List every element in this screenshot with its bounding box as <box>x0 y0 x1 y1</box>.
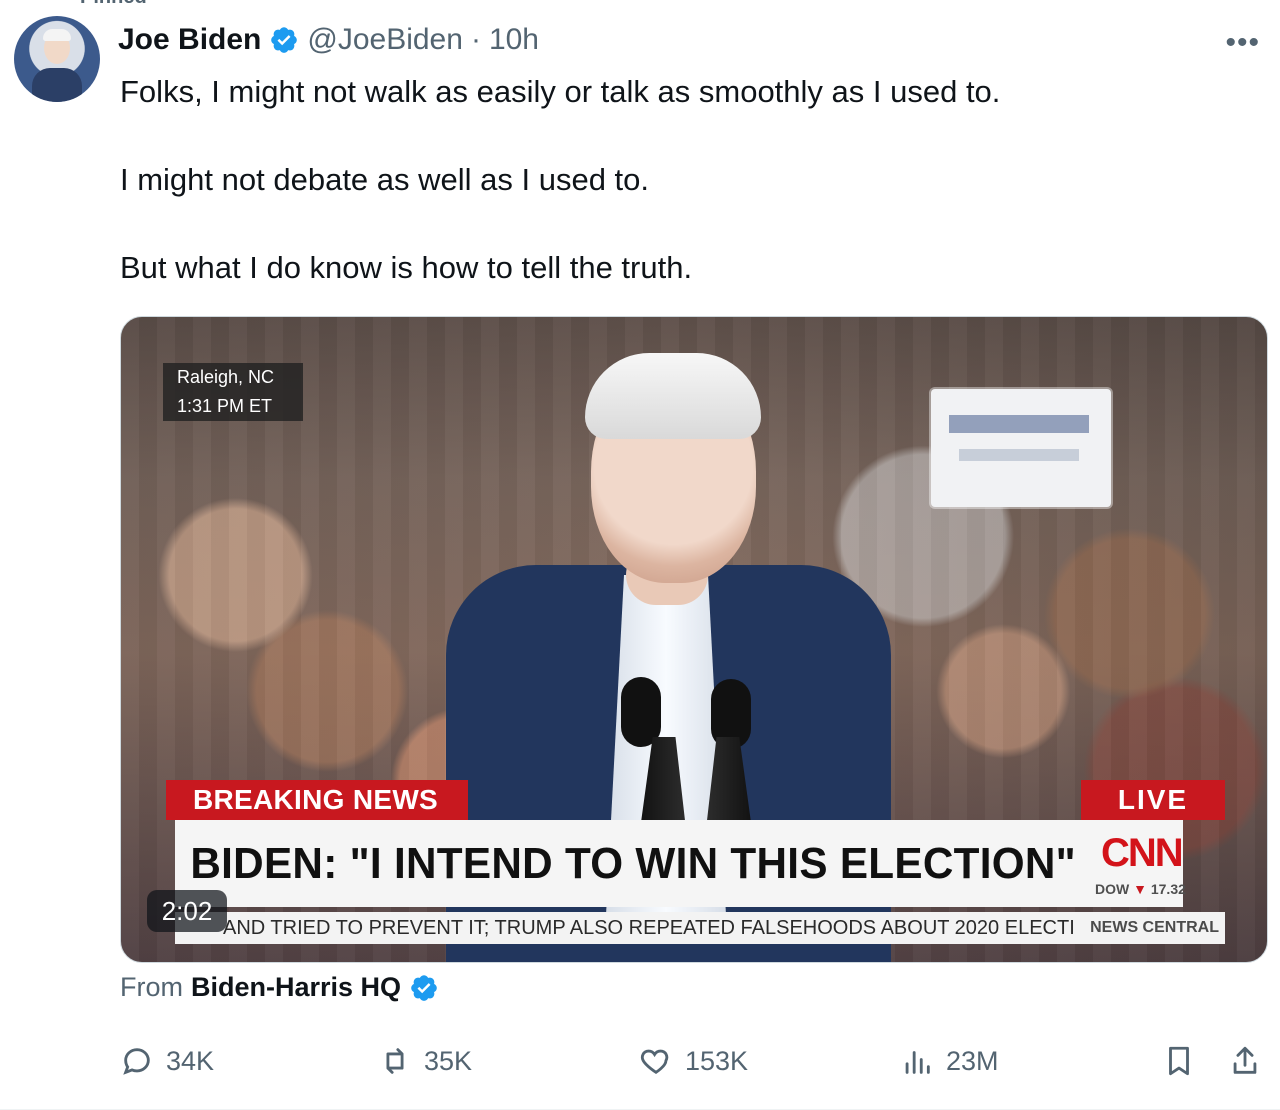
like-count: 153K <box>685 1045 749 1076</box>
repost-count: 35K <box>424 1045 473 1076</box>
news-ticker: AND TRIED TO PREVENT IT; TRUMP ALSO REPE… <box>175 912 1225 944</box>
more-icon[interactable]: ••• <box>1225 26 1260 60</box>
author-avatar[interactable] <box>14 16 100 102</box>
location-overlay: Raleigh, NC 1:31 PM ET <box>163 363 303 421</box>
reply-button[interactable]: 34K <box>120 1037 214 1085</box>
post-text-line-3: But what I do know is how to tell the tr… <box>120 250 693 285</box>
share-icon <box>1233 1046 1257 1074</box>
location-text: Raleigh, NC <box>177 367 275 387</box>
live-badge: LIVE <box>1081 780 1225 820</box>
speaker-hair <box>585 353 761 439</box>
post-text-line-2: I might not debate as well as I used to. <box>120 162 650 197</box>
microphone-left <box>621 677 661 747</box>
bookmark-icon <box>1169 1046 1189 1076</box>
video-duration: 2:02 <box>147 890 227 932</box>
post-actions: 34K 35K 153K 23M <box>120 1037 1270 1085</box>
views-icon <box>905 1051 930 1074</box>
author-name[interactable]: Joe Biden <box>118 23 261 57</box>
dow-indicator: DOW ▼ 17.32 <box>1095 881 1186 897</box>
verified-badge-icon <box>271 27 298 53</box>
source-attribution: From Biden-Harris HQ <box>120 972 439 1003</box>
bookmark-button[interactable] <box>1162 1037 1196 1085</box>
repost-icon <box>386 1048 404 1074</box>
breaking-news-banner: BREAKING NEWS <box>166 780 468 820</box>
time-text: 1:31 PM ET <box>177 396 273 416</box>
source-prefix: From <box>120 972 183 1002</box>
views-count: 23M <box>946 1045 999 1076</box>
ticker-text: AND TRIED TO PREVENT IT; TRUMP ALSO REPE… <box>223 917 1075 939</box>
like-icon <box>640 1049 669 1075</box>
share-button[interactable] <box>1228 1037 1262 1085</box>
crowd-sign <box>931 389 1111 507</box>
reply-icon <box>123 1048 150 1075</box>
source-name[interactable]: Biden-Harris HQ <box>191 972 401 1003</box>
source-verified-badge-icon <box>411 974 437 1001</box>
news-headline: BIDEN: "I INTEND TO WIN THIS ELECTION" <box>175 820 1183 907</box>
network-logo: CNN <box>1101 831 1184 875</box>
post-text-line-1: Folks, I might not walk as easily or tal… <box>120 74 1001 109</box>
video-player[interactable]: Raleigh, NC 1:31 PM ET BREAKING NEWS LIV… <box>120 316 1268 963</box>
repost-button[interactable]: 35K <box>378 1037 472 1085</box>
post-header: Joe Biden @JoeBiden · 10h <box>118 20 539 60</box>
avatar-suit <box>32 68 82 102</box>
dow-down-arrow-icon: ▼ <box>1133 881 1147 897</box>
pinned-label: Pinned <box>80 0 147 9</box>
dow-value: 17.32 <box>1150 881 1186 897</box>
dow-label: DOW <box>1095 881 1130 897</box>
meta-separator: · <box>470 23 481 56</box>
views-button[interactable]: 23M <box>900 1037 999 1085</box>
reply-count: 34K <box>166 1045 215 1076</box>
like-button[interactable]: 153K <box>639 1037 748 1085</box>
author-handle[interactable]: @JoeBiden <box>307 23 463 57</box>
avatar-hair <box>43 29 71 41</box>
ticker-tag: NEWS CENTRAL <box>1090 919 1219 936</box>
post-timestamp[interactable]: 10h <box>489 23 539 57</box>
post-text: Folks, I might not walk as easily or tal… <box>120 70 1250 290</box>
